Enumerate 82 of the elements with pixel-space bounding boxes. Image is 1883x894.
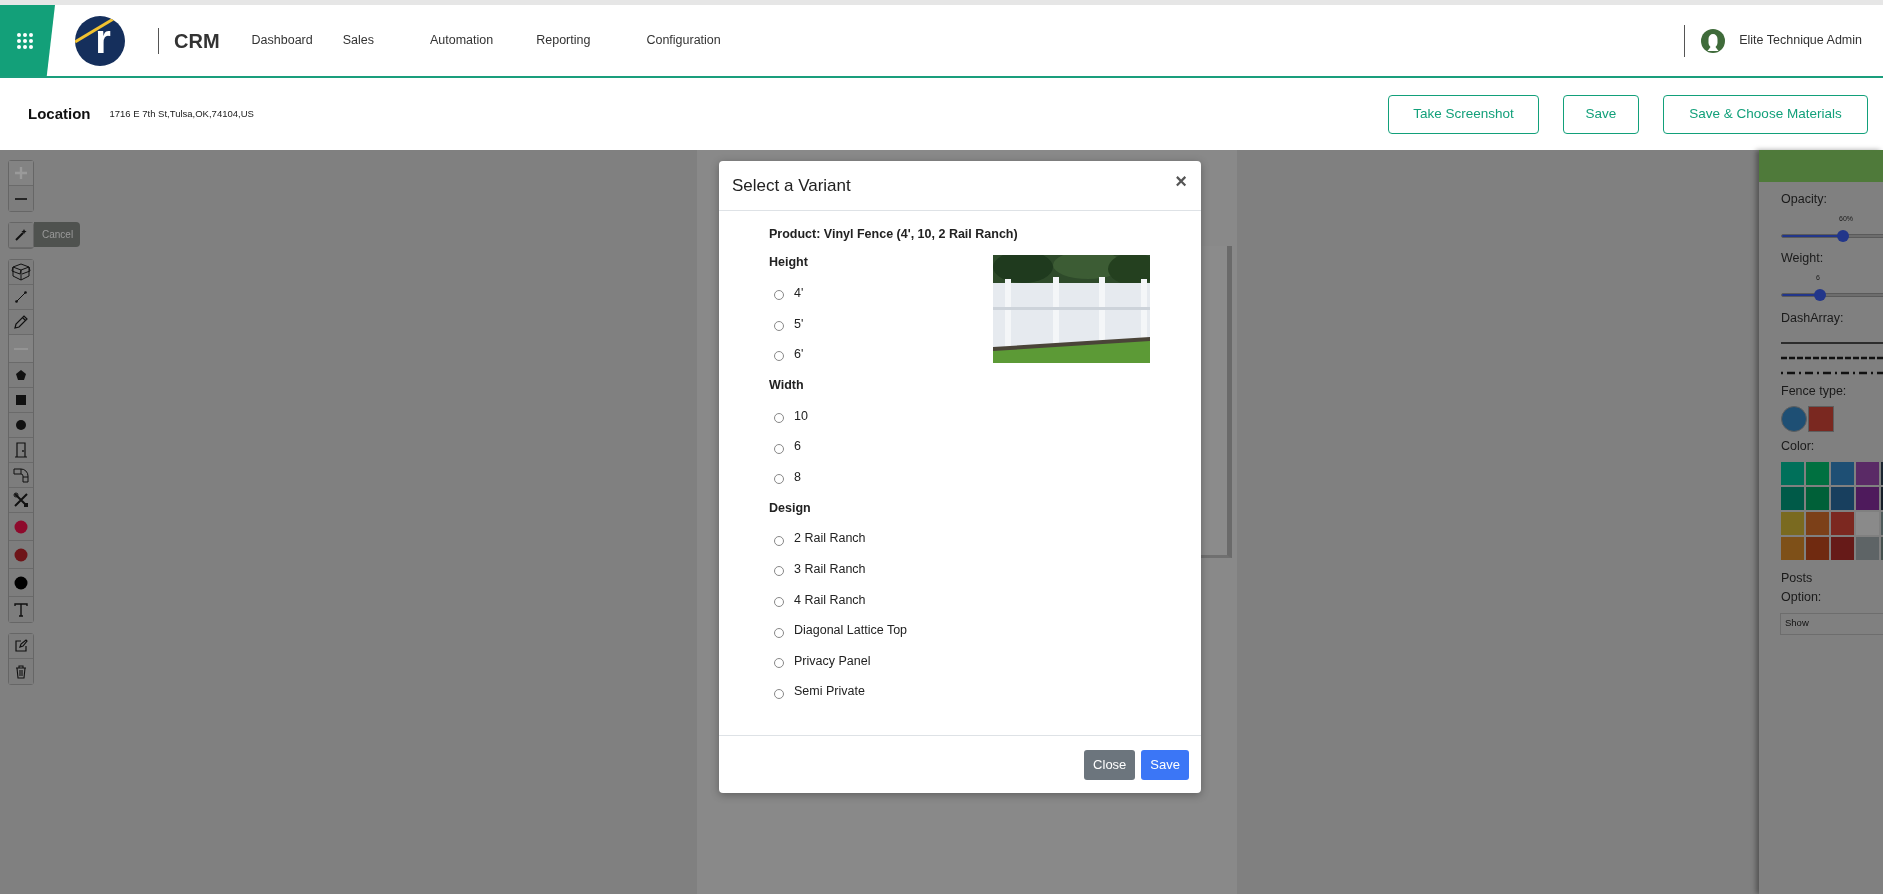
group-heading: Width <box>769 376 805 394</box>
color-swatch[interactable] <box>1806 486 1829 510</box>
tool-button[interactable] <box>9 223 33 248</box>
option-label: Semi Private <box>794 683 865 701</box>
nav-link[interactable]: Automation <box>430 31 494 50</box>
color-swatch[interactable] <box>1856 486 1879 510</box>
color-swatch[interactable] <box>1781 536 1804 560</box>
pipe-elbow-icon <box>13 467 29 483</box>
field-label: Color: <box>1781 440 1816 453</box>
color-swatch[interactable] <box>1831 486 1854 510</box>
trash-icon <box>15 664 27 679</box>
group-heading: Height <box>769 254 809 272</box>
option-label: 3 Rail Ranch <box>794 561 866 579</box>
close-button[interactable]: × <box>1175 170 1187 191</box>
option-label: 6 <box>794 438 801 456</box>
nav-link[interactable]: Configuration <box>646 31 721 50</box>
modal-title: Select a Variant <box>732 174 851 197</box>
dash-style-line[interactable] <box>1781 370 1883 375</box>
field-label: Fence type: <box>1781 384 1848 397</box>
location-address: 1716 E 7th St,Tulsa,OK,74104,US <box>109 106 254 121</box>
fence-type-square[interactable] <box>1808 406 1834 432</box>
option-label: 4' <box>794 284 804 302</box>
slider-thumb[interactable] <box>1814 289 1827 301</box>
logo: r <box>75 15 125 66</box>
option-label: 4 Rail Ranch <box>794 591 866 609</box>
pencil-icon <box>13 314 29 330</box>
option-label: Privacy Panel <box>794 652 871 670</box>
color-swatch[interactable] <box>1856 536 1879 560</box>
option-select[interactable]: Show <box>1780 612 1883 635</box>
field-label: DashArray: <box>1781 312 1845 325</box>
color-swatch[interactable] <box>1781 511 1804 535</box>
zoom-out-icon <box>15 197 27 200</box>
color-swatch[interactable] <box>1806 511 1829 535</box>
square-icon <box>16 395 26 405</box>
option-label: 10 <box>794 407 808 425</box>
app-launcher[interactable] <box>0 5 55 76</box>
color-swatch[interactable] <box>1831 511 1854 535</box>
option-label: 6' <box>794 346 804 364</box>
apps-grid-icon <box>17 32 33 49</box>
nav-link[interactable]: Dashboard <box>251 31 313 50</box>
line-icon <box>14 290 28 304</box>
close-button[interactable]: Close <box>1084 749 1136 780</box>
color-swatch[interactable] <box>1856 461 1879 485</box>
color-swatch[interactable] <box>1781 461 1804 485</box>
product-title: Product: Vinyl Fence (4', 10, 2 Rail Ranch) <box>769 226 1018 243</box>
save-button[interactable]: Save <box>1141 749 1189 780</box>
field-label: Weight: <box>1781 252 1825 265</box>
text-tool-icon <box>14 602 28 617</box>
circle-icon <box>16 420 26 430</box>
location-label: Location <box>28 103 91 124</box>
color-swatch[interactable] <box>1831 461 1854 485</box>
fence-type-circle[interactable] <box>1781 406 1807 432</box>
magic-wand-icon <box>14 228 28 242</box>
field-label: Opacity: <box>1781 193 1828 206</box>
slider-thumb[interactable] <box>1837 230 1850 242</box>
field-label: Option: <box>1781 591 1823 604</box>
nav-link[interactable]: Reporting <box>536 31 591 50</box>
option-label: 8 <box>794 468 801 486</box>
tool-button[interactable] <box>9 260 33 285</box>
color-swatch[interactable] <box>1856 511 1879 535</box>
color-swatch[interactable] <box>1781 486 1804 510</box>
field-label: Posts <box>1781 571 1814 584</box>
box-icon <box>11 262 31 282</box>
option-label: 5' <box>794 315 804 333</box>
nav-link[interactable]: Sales <box>342 31 374 50</box>
dash-style-line[interactable] <box>1781 355 1883 360</box>
pentagon-icon <box>15 369 27 381</box>
option-label: 2 Rail Ranch <box>794 530 866 548</box>
tools-icon <box>13 492 29 508</box>
user-avatar-icon[interactable] <box>1701 28 1726 53</box>
app-title: CRM <box>174 28 220 54</box>
user-name[interactable]: Elite Technique Admin <box>1739 31 1862 50</box>
color-swatch[interactable] <box>1806 536 1829 560</box>
color-swatch[interactable] <box>1831 536 1854 560</box>
tooltip: Cancel <box>34 222 81 247</box>
option-label: Diagonal Lattice Top <box>794 622 908 640</box>
group-heading: Design <box>769 499 812 517</box>
door-icon <box>14 442 28 458</box>
edit-icon <box>14 639 28 653</box>
dash-style-line[interactable] <box>1781 340 1883 345</box>
tool-button[interactable] <box>9 634 33 659</box>
color-swatch[interactable] <box>1806 461 1829 485</box>
